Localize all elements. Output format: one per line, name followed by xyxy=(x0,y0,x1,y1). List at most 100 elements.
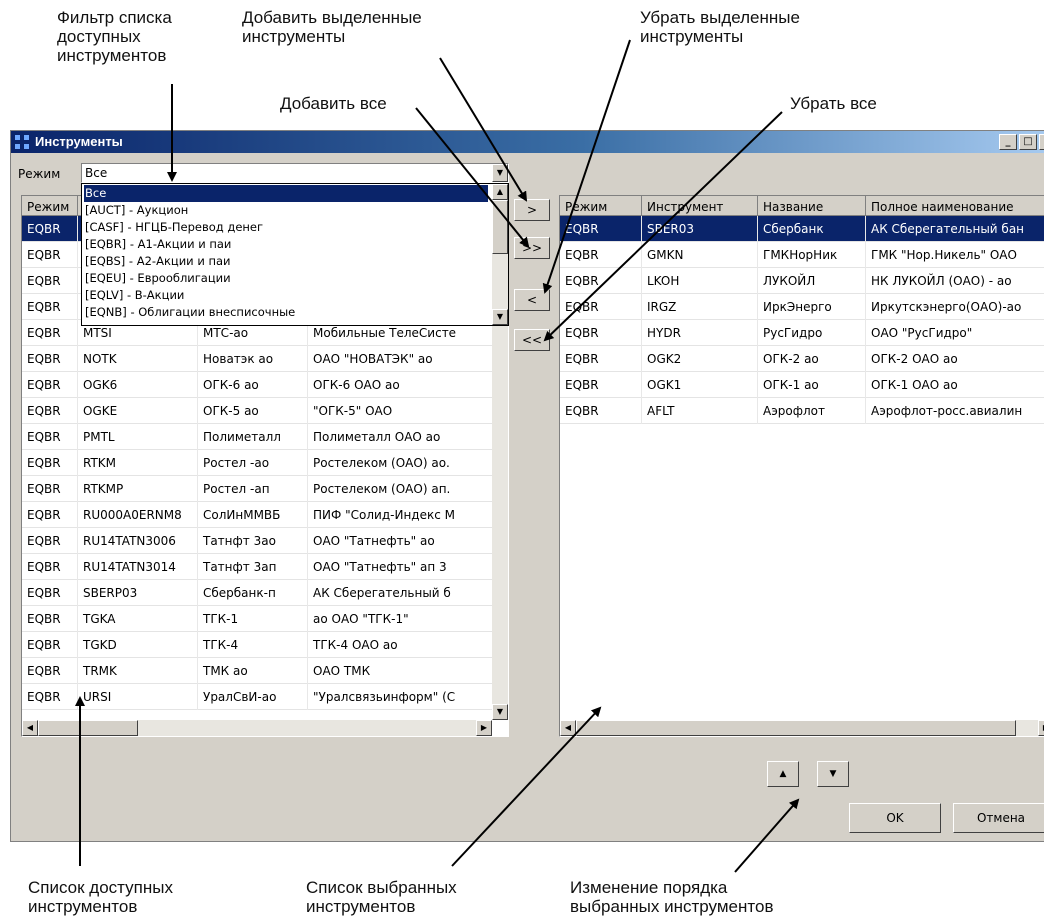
available-header-0[interactable]: Режим xyxy=(22,196,78,216)
available-cell: Татнфт 3ао xyxy=(198,528,308,554)
available-cell: EQBR xyxy=(22,606,78,632)
selected-scroll-right-icon[interactable]: ▶ xyxy=(1038,720,1044,736)
remove-all-button[interactable]: << xyxy=(514,329,550,351)
selected-cell: ОГК-1 ОАО ао xyxy=(866,372,1044,398)
mode-dropdown-list[interactable]: Все [AUCT] - Аукцион [CASF] - НГЦБ-Перевод… xyxy=(81,183,509,326)
selected-row[interactable]: EQBR HYDR РусГидро ОАО "РусГидро" xyxy=(560,320,1044,346)
selected-row[interactable]: EQBR GMKN ГМКНорНик ГМК "Нор.Никель" ОАО xyxy=(560,242,1044,268)
available-row[interactable]: EQBR TGKA ТГК-1 ао ОАО "ТГК-1" xyxy=(22,606,508,632)
close-button[interactable]: × xyxy=(1039,134,1044,150)
scroll-left-icon[interactable]: ◀ xyxy=(22,720,38,736)
available-cell: Полиметалл ОАО ао xyxy=(308,424,508,450)
available-cell: УралСвИ-ао xyxy=(198,684,308,710)
annotation-filter: Фильтр списка доступных инструментов xyxy=(57,8,172,65)
selected-header-1[interactable]: Инструмент xyxy=(642,196,758,216)
selected-cell: OGK1 xyxy=(642,372,758,398)
available-cell: Ростел -ап xyxy=(198,476,308,502)
mode-option[interactable]: Все xyxy=(84,185,488,202)
available-cell: RU000A0ERNM8 xyxy=(78,502,198,528)
mode-option[interactable]: [EQBS] - А2-Акции и паи xyxy=(84,253,488,270)
available-cell: OGKE xyxy=(78,398,198,424)
selected-cell: ОГК-1 ао xyxy=(758,372,866,398)
available-row[interactable]: EQBR RU000A0ERNM8 СолИнММВБ ПИФ "Солид-Инде… xyxy=(22,502,508,528)
add-selected-button[interactable]: > xyxy=(514,199,550,221)
available-row[interactable]: EQBR URSI УралСвИ-ао "Уралсвязьинформ" (С xyxy=(22,684,508,710)
available-cell: АК Сберегательный б xyxy=(308,580,508,606)
available-cell: TGKA xyxy=(78,606,198,632)
available-cell: EQBR xyxy=(22,502,78,528)
available-cell: ПИФ "Солид-Индекс М xyxy=(308,502,508,528)
available-hscroll-thumb[interactable] xyxy=(38,720,138,736)
available-row[interactable]: EQBR TGKD ТГК-4 ТГК-4 ОАО ао xyxy=(22,632,508,658)
mode-option[interactable]: [EQNB] - Облигации внесписочные xyxy=(84,304,488,321)
maximize-button[interactable]: □ xyxy=(1019,134,1037,150)
available-row[interactable]: EQBR OGK6 ОГК-6 ао ОГК-6 ОАО ао xyxy=(22,372,508,398)
selected-row[interactable]: EQBR LKOH ЛУКОЙЛ НК ЛУКОЙЛ (ОАО) - ао xyxy=(560,268,1044,294)
selected-scroll-left-icon[interactable]: ◀ xyxy=(560,720,576,736)
selected-row[interactable]: EQBR IRGZ ИркЭнерго Иркутскэнерго(ОАО)-ао xyxy=(560,294,1044,320)
available-row[interactable]: EQBR RU14TATN3006 Татнфт 3ао ОАО "Татнефть"… xyxy=(22,528,508,554)
dropdown-scroll-thumb[interactable] xyxy=(492,200,508,254)
minimize-button[interactable]: _ xyxy=(999,134,1017,150)
mode-option[interactable]: [AUCT] - Аукцион xyxy=(84,202,488,219)
selected-row[interactable]: EQBR SBER03 Сбербанк АК Сберегательный бан xyxy=(560,216,1044,242)
dropdown-scroll-down-icon[interactable]: ▼ xyxy=(492,309,508,325)
selected-header-0[interactable]: Режим xyxy=(560,196,642,216)
available-row[interactable]: EQBR RU14TATN3014 Татнфт 3ап ОАО "Татнефть"… xyxy=(22,554,508,580)
available-cell: Полиметалл xyxy=(198,424,308,450)
available-cell: Ростелеком (ОАО) ао. xyxy=(308,450,508,476)
move-up-button[interactable]: ▲ xyxy=(767,761,799,787)
selected-horizontal-scrollbar[interactable]: ◀ ▶ xyxy=(560,720,1044,736)
selected-cell: РусГидро xyxy=(758,320,866,346)
dropdown-arrow-icon[interactable]: ▼ xyxy=(492,164,508,182)
mode-option[interactable]: [EQBR] - А1-Акции и паи xyxy=(84,236,488,253)
available-row[interactable]: EQBR RTKM Ростел -ао Ростелеком (ОАО) ао. xyxy=(22,450,508,476)
available-cell: EQBR xyxy=(22,242,78,268)
mode-option[interactable]: [CASF] - НГЦБ-Перевод денег xyxy=(84,219,488,236)
move-down-button[interactable]: ▼ xyxy=(817,761,849,787)
dropdown-scroll-up-icon[interactable]: ▲ xyxy=(492,184,508,200)
selected-header-3[interactable]: Полное наименование xyxy=(866,196,1044,216)
selected-row[interactable]: EQBR OGK1 ОГК-1 ао ОГК-1 ОАО ао xyxy=(560,372,1044,398)
available-row[interactable]: EQBR NOTK Новатэк ао ОАО "НОВАТЭК" ао xyxy=(22,346,508,372)
selected-row[interactable]: EQBR AFLT Аэрофлот Аэрофлот-росс.авиалин xyxy=(560,398,1044,424)
available-cell: EQBR xyxy=(22,450,78,476)
selected-cell: EQBR xyxy=(560,268,642,294)
available-cell: ОАО "Татнефть" ап 3 xyxy=(308,554,508,580)
available-cell: EQBR xyxy=(22,294,78,320)
available-cell: СолИнММВБ xyxy=(198,502,308,528)
selected-hscroll-thumb[interactable] xyxy=(576,720,1016,736)
available-cell: EQBR xyxy=(22,346,78,372)
ok-button[interactable]: OK xyxy=(849,803,941,833)
selected-cell: ОГК-2 ао xyxy=(758,346,866,372)
available-row[interactable]: EQBR OGKE ОГК-5 ао "ОГК-5" ОАО xyxy=(22,398,508,424)
selected-instruments-grid[interactable]: Режим Инструмент Название Полное наименован… xyxy=(559,195,1044,737)
available-row[interactable]: EQBR SBERP03 Сбербанк-п АК Сберегательный б xyxy=(22,580,508,606)
available-cell: ОГК-5 ао xyxy=(198,398,308,424)
remove-selected-button[interactable]: < xyxy=(514,289,550,311)
scroll-down-icon[interactable]: ▼ xyxy=(492,704,508,720)
mode-option[interactable]: [EQEU] - Еврооблигации xyxy=(84,270,488,287)
selected-cell: ЛУКОЙЛ xyxy=(758,268,866,294)
mode-option[interactable]: [EQLV] - В-Акции xyxy=(84,287,488,304)
selected-cell: Аэрофлот xyxy=(758,398,866,424)
selected-cell: EQBR xyxy=(560,398,642,424)
scroll-right-icon[interactable]: ▶ xyxy=(476,720,492,736)
available-row[interactable]: EQBR PMTL Полиметалл Полиметалл ОАО ао xyxy=(22,424,508,450)
selected-header-2[interactable]: Название xyxy=(758,196,866,216)
available-cell: ТМК ао xyxy=(198,658,308,684)
available-horizontal-scrollbar[interactable]: ◀ ▶ xyxy=(22,720,492,736)
available-cell: ОГК-6 ао xyxy=(198,372,308,398)
available-cell: OGK6 xyxy=(78,372,198,398)
annotation-reorder: Изменение порядка выбранных инструментов xyxy=(570,878,774,916)
add-all-button[interactable]: >> xyxy=(514,237,550,259)
available-cell: ТГК-4 ОАО ао xyxy=(308,632,508,658)
cancel-button[interactable]: Отмена xyxy=(953,803,1044,833)
available-row[interactable]: EQBR RTKMP Ростел -ап Ростелеком (ОАО) ап. xyxy=(22,476,508,502)
mode-filter-combobox[interactable]: Все ▼ xyxy=(81,163,509,183)
available-cell: RTKM xyxy=(78,450,198,476)
dropdown-scrollbar[interactable]: ▲ ▼ xyxy=(492,184,508,325)
available-row[interactable]: EQBR TRMK ТМК ао ОАО ТМК xyxy=(22,658,508,684)
available-cell: Ростел -ао xyxy=(198,450,308,476)
selected-row[interactable]: EQBR OGK2 ОГК-2 ао ОГК-2 ОАО ао xyxy=(560,346,1044,372)
